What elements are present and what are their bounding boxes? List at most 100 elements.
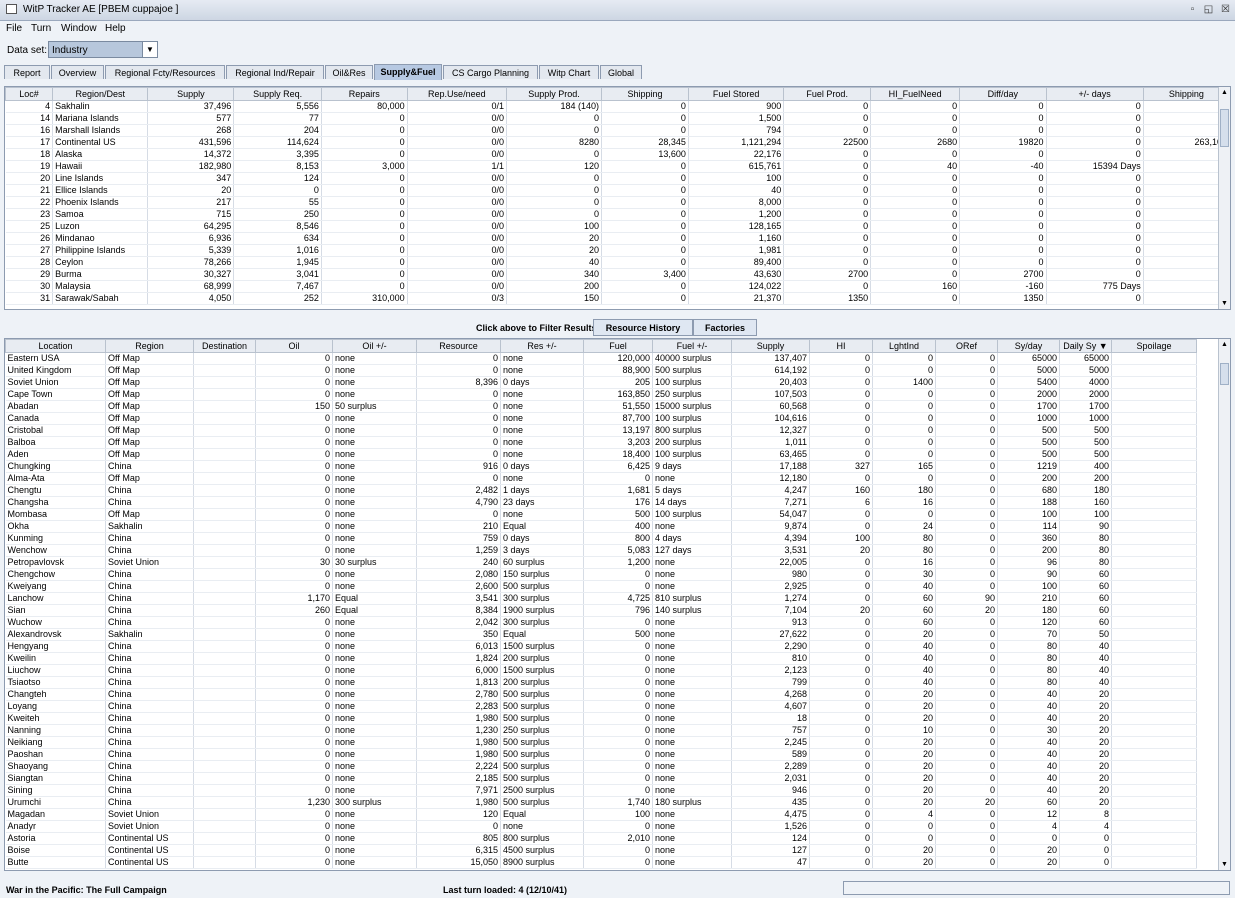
table-row[interactable]: 31 Sarawak/Sabah 4,050 252 310,000 0/3 150 0 21,… xyxy=(5,292,1230,305)
region-table-scrollbar[interactable]: ▲ ▼ xyxy=(1218,87,1230,309)
tab-oil-res[interactable]: Oil&Res xyxy=(325,65,373,79)
table-row[interactable]: 22Phoenix Islands2175500/0008,00000000 xyxy=(5,196,1230,209)
tab-regional-fcty-resources[interactable]: Regional Fcty/Resources xyxy=(105,65,225,79)
close-icon[interactable]: ☒ xyxy=(1219,3,1232,16)
table-row[interactable]: Changteh China 0 none 2,780 500 surplus 0 none 4… xyxy=(5,688,1197,701)
table-row[interactable]: Kweiteh China 0 none 1,980 500 surplus 0 none 18… xyxy=(5,712,1197,725)
region-header[interactable]: HI_FuelNeed xyxy=(870,87,961,101)
dataset-select[interactable]: Industry ▼ xyxy=(48,41,158,58)
location-header[interactable]: Location xyxy=(5,339,106,353)
tab-witp-chart[interactable]: Witp Chart xyxy=(539,65,599,79)
tab-overview[interactable]: Overview xyxy=(51,65,104,79)
table-row[interactable]: Soviet Union Off Map 0 none 8,396 0 days 205 10… xyxy=(5,376,1197,389)
table-row[interactable]: Siangtan China 0 none 2,185 500 surplus 0 none 2… xyxy=(5,772,1197,785)
location-header[interactable]: Daily Sy ▼ xyxy=(1059,339,1112,353)
table-row[interactable]: Nanning China 0 none 1,230 250 surplus 0 none 75… xyxy=(5,724,1197,737)
table-row[interactable]: Magadan Soviet Union 0 none 120 Equal 100 none 4… xyxy=(5,808,1197,821)
location-header[interactable]: ORef xyxy=(935,339,998,353)
table-row[interactable]: Balboa Off Map 0 none 0 none 3,203 200 surplus 1… xyxy=(5,436,1197,449)
table-row[interactable]: Urumchi China 1,230 300 surplus 1,980 500 sur… xyxy=(5,796,1197,809)
tab-regional-ind-repair[interactable]: Regional Ind/Repair xyxy=(226,65,324,79)
location-header[interactable]: Res +/- xyxy=(500,339,584,353)
table-row[interactable]: Chengchow China 0 none 2,080 150 surplus 0 none… xyxy=(5,568,1197,581)
table-row[interactable]: Petropavlovsk Soviet Union 30 30 surplus 240… xyxy=(5,556,1197,569)
scroll-thumb[interactable] xyxy=(1220,109,1229,147)
table-row[interactable]: Sining China 0 none 7,971 2500 surplus 0 none 94… xyxy=(5,784,1197,797)
table-row[interactable]: Wenchow China 0 none 1,259 3 days 5,083 127 day… xyxy=(5,544,1197,557)
region-header[interactable]: Supply Prod. xyxy=(505,87,602,101)
location-header[interactable]: Destination xyxy=(193,339,256,353)
menu-window[interactable]: Window xyxy=(61,23,97,34)
maximize-icon[interactable]: ◱ xyxy=(1202,3,1215,16)
table-row[interactable]: 19 Hawaii 182,980 8,153 3,000 1/1 120 0 615,761 0… xyxy=(5,160,1230,173)
location-header[interactable]: Fuel +/- xyxy=(652,339,732,353)
factories-button[interactable]: Factories xyxy=(693,319,757,336)
table-row[interactable]: Anadyr Soviet Union 0 none 0 none 0 none 1,526 0 0… xyxy=(5,820,1197,833)
region-header[interactable]: Supply xyxy=(147,87,235,101)
table-row[interactable]: Chungking China 0 none 916 0 days 6,425 9 days 1… xyxy=(5,460,1197,473)
table-row[interactable]: Abadan Off Map 150 50 surplus 0 none 51,550 150… xyxy=(5,400,1197,413)
tab-supply-fuel[interactable]: Supply&Fuel xyxy=(374,64,442,80)
table-row[interactable]: 30 Malaysia 68,999 7,467 0 0/0 200 0 124,022 0 160… xyxy=(5,280,1230,293)
table-row[interactable]: Kweilin China 0 none 1,824 200 surplus 0 none 81… xyxy=(5,652,1197,665)
region-header[interactable]: Repairs xyxy=(320,87,408,101)
table-row[interactable]: Cape Town Off Map 0 none 0 none 163,850 250 sur… xyxy=(5,388,1197,401)
location-header[interactable]: Oil +/- xyxy=(332,339,417,353)
menu-file[interactable]: File xyxy=(6,23,22,34)
table-row[interactable]: 27 Philippine Islands 5,339 1,016 0 0/0 20 0 1,9… xyxy=(5,244,1230,257)
location-header[interactable]: Spoilage xyxy=(1111,339,1197,353)
location-header[interactable]: HI xyxy=(809,339,873,353)
location-header[interactable]: Sy/day xyxy=(997,339,1060,353)
region-header[interactable]: Shipping xyxy=(600,87,689,101)
scroll-thumb[interactable] xyxy=(1220,363,1229,385)
table-row[interactable]: Okha Sakhalin 0 none 210 Equal 400 none 9,874 0 24… xyxy=(5,520,1197,533)
location-table-scrollbar[interactable]: ▲ ▼ xyxy=(1218,339,1230,870)
region-header[interactable]: +/- days xyxy=(1045,87,1144,101)
table-row[interactable]: Wuchow China 0 none 2,042 300 surplus 0 none 913… xyxy=(5,616,1197,629)
table-row[interactable]: Eastern USA Off Map 0 none 0 none 120,000 40000… xyxy=(5,352,1197,365)
table-row[interactable]: Loyang China 0 none 2,283 500 surplus 0 none 4,6… xyxy=(5,700,1197,713)
region-header[interactable]: Fuel Prod. xyxy=(783,87,872,101)
table-row[interactable]: Aden Off Map 0 none 0 none 18,400 100 surplus 63… xyxy=(5,448,1197,461)
scroll-up-icon[interactable]: ▲ xyxy=(1219,87,1230,98)
location-header[interactable]: Supply xyxy=(731,339,810,353)
table-row[interactable]: 18 Alaska 14,372 3,395 0 0/0 0 13,600 22,176 0 0 0 0… xyxy=(5,148,1230,161)
table-row[interactable]: 16Marshall Islands26820400/00079400000 xyxy=(5,124,1230,137)
scroll-down-icon[interactable]: ▼ xyxy=(1219,859,1230,870)
table-row[interactable]: 14Mariana Islands5777700/0001,50000000 xyxy=(5,112,1230,125)
region-header[interactable]: Supply Req. xyxy=(233,87,322,101)
scroll-up-icon[interactable]: ▲ xyxy=(1219,339,1230,350)
tab-cs-cargo-planning[interactable]: CS Cargo Planning xyxy=(443,65,538,79)
table-row[interactable]: 29 Burma 30,327 3,041 0 0/0 340 3,400 43,630 2700… xyxy=(5,268,1230,281)
table-row[interactable]: Mombasa Off Map 0 none 0 none 500 100 surplus 54… xyxy=(5,508,1197,521)
table-row[interactable]: 17 Continental US 431,596 114,624 0 0/0 8280 28… xyxy=(5,136,1230,149)
table-row[interactable]: 26Mindanao6,93663400/02001,16000000 xyxy=(5,232,1230,245)
location-header[interactable]: Region xyxy=(105,339,194,353)
table-row[interactable]: Liuchow China 0 none 6,000 1500 surplus 0 none 2… xyxy=(5,664,1197,677)
table-row[interactable]: Shaoyang China 0 none 2,224 500 surplus 0 none 2… xyxy=(5,760,1197,773)
region-header[interactable]: Loc# xyxy=(5,87,54,101)
table-row[interactable]: Tsiaotso China 0 none 1,813 200 surplus 0 none 7… xyxy=(5,676,1197,689)
location-header[interactable]: Resource xyxy=(416,339,501,353)
table-row[interactable]: Paoshan China 0 none 1,980 500 surplus 0 none 58… xyxy=(5,748,1197,761)
table-row[interactable]: 28Ceylon78,2661,94500/040089,40000000 xyxy=(5,256,1230,269)
menu-help[interactable]: Help xyxy=(105,23,126,34)
table-row[interactable]: 23Samoa71525000/0001,20000000 xyxy=(5,208,1230,221)
table-row[interactable]: 4 Sakhalin 37,496 5,556 80,000 0/1 184 (140) 0 9… xyxy=(5,100,1230,113)
table-row[interactable]: Cristobal Off Map 0 none 0 none 13,197 800 surp… xyxy=(5,424,1197,437)
table-row[interactable]: Neikiang China 0 none 1,980 500 surplus 0 none 2… xyxy=(5,736,1197,749)
table-row[interactable]: Butte Continental US 0 none 15,050 8900 surpl… xyxy=(5,856,1197,869)
table-row[interactable]: 21Ellice Islands20000/0004000000 xyxy=(5,184,1230,197)
table-row[interactable]: Kweiyang China 0 none 2,600 500 surplus 0 none 2… xyxy=(5,580,1197,593)
tab-report[interactable]: Report xyxy=(4,65,50,79)
table-row[interactable]: Lanchow China 1,170 Equal 3,541 300 surplus 4,… xyxy=(5,592,1197,605)
table-row[interactable]: Canada Off Map 0 none 0 none 87,700 100 surplus… xyxy=(5,412,1197,425)
location-header[interactable]: Oil xyxy=(255,339,333,353)
table-row[interactable]: Kunming China 0 none 759 0 days 800 4 days 4,394… xyxy=(5,532,1197,545)
region-header[interactable]: Rep.Use/need xyxy=(406,87,507,101)
table-row[interactable]: Changsha China 0 none 4,790 23 days 176 14 days… xyxy=(5,496,1197,509)
chevron-down-icon[interactable]: ▼ xyxy=(142,42,157,57)
location-header[interactable]: Fuel xyxy=(583,339,653,353)
region-header[interactable]: Diff/day xyxy=(959,87,1047,101)
table-row[interactable]: Chengtu China 0 none 2,482 1 days 1,681 5 days 4… xyxy=(5,484,1197,497)
